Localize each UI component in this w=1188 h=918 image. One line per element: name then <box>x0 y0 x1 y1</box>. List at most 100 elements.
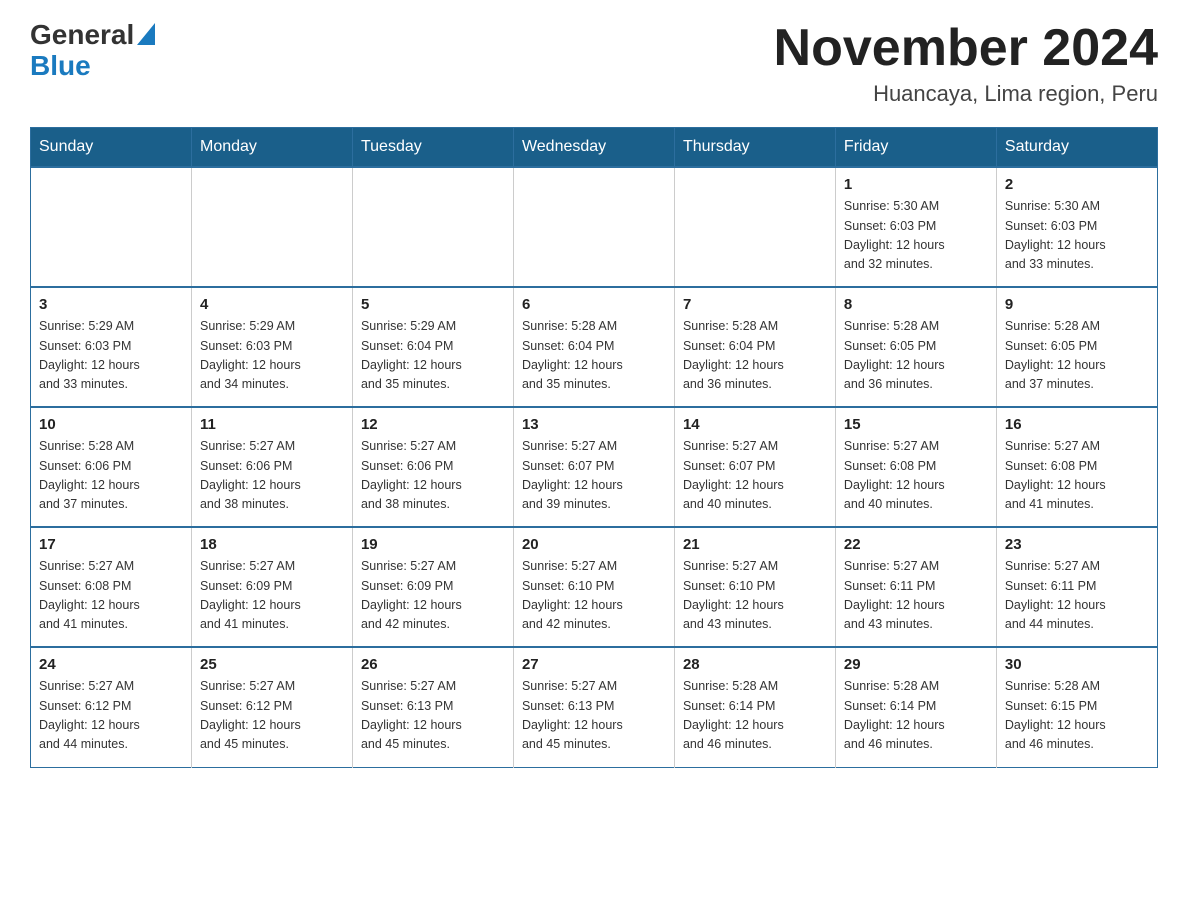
calendar-cell: 21Sunrise: 5:27 AMSunset: 6:10 PMDayligh… <box>674 527 835 647</box>
day-number: 10 <box>39 416 183 433</box>
calendar-cell: 27Sunrise: 5:27 AMSunset: 6:13 PMDayligh… <box>513 647 674 767</box>
day-info: Sunrise: 5:27 AMSunset: 6:06 PMDaylight:… <box>361 437 505 515</box>
day-info: Sunrise: 5:28 AMSunset: 6:14 PMDaylight:… <box>844 677 988 755</box>
calendar-cell: 9 Sunrise: 5:28 AMSunset: 6:05 PMDaylight… <box>996 287 1157 407</box>
calendar-cell: 23 Sunrise: 5:27 AMSunset: 6:11 PMDayligh… <box>996 527 1157 647</box>
day-info: Sunrise: 5:27 AMSunset: 6:09 PMDaylight:… <box>361 557 505 635</box>
calendar-cell <box>352 167 513 287</box>
calendar-cell: 25 Sunrise: 5:27 AMSunset: 6:12 PMDayligh… <box>191 647 352 767</box>
day-info: Sunrise: 5:27 AMSunset: 6:06 PMDaylight:… <box>200 437 344 515</box>
logo-triangle-icon <box>137 23 155 45</box>
page-header: General Blue November 2024 Huancaya, Lim… <box>30 20 1158 107</box>
day-info: Sunrise: 5:27 AMSunset: 6:12 PMDaylight:… <box>39 677 183 755</box>
day-number: 24 <box>39 656 183 673</box>
location-subtitle: Huancaya, Lima region, Peru <box>774 81 1158 107</box>
calendar-week-row: 10 Sunrise: 5:28 AMSunset: 6:06 PMDayligh… <box>31 407 1158 527</box>
calendar-header: SundayMondayTuesdayWednesdayThursdayFrid… <box>31 128 1158 168</box>
day-number: 19 <box>361 536 505 553</box>
day-info: Sunrise: 5:28 AMSunset: 6:06 PMDaylight:… <box>39 437 183 515</box>
day-info: Sunrise: 5:28 AMSunset: 6:05 PMDaylight:… <box>1005 317 1149 395</box>
calendar-cell: 8 Sunrise: 5:28 AMSunset: 6:05 PMDaylight… <box>835 287 996 407</box>
day-number: 9 <box>1005 296 1149 313</box>
logo-text-blue: Blue <box>30 50 91 81</box>
day-info: Sunrise: 5:29 AMSunset: 6:03 PMDaylight:… <box>200 317 344 395</box>
weekday-header-row: SundayMondayTuesdayWednesdayThursdayFrid… <box>31 128 1158 168</box>
day-number: 16 <box>1005 416 1149 433</box>
weekday-header-sunday: Sunday <box>31 128 192 168</box>
weekday-header-thursday: Thursday <box>674 128 835 168</box>
day-info: Sunrise: 5:27 AMSunset: 6:12 PMDaylight:… <box>200 677 344 755</box>
weekday-header-tuesday: Tuesday <box>352 128 513 168</box>
calendar-cell: 1Sunrise: 5:30 AMSunset: 6:03 PMDaylight… <box>835 167 996 287</box>
logo: General Blue <box>30 20 155 82</box>
weekday-header-wednesday: Wednesday <box>513 128 674 168</box>
calendar-cell: 28Sunrise: 5:28 AMSunset: 6:14 PMDayligh… <box>674 647 835 767</box>
calendar-cell: 10 Sunrise: 5:28 AMSunset: 6:06 PMDayligh… <box>31 407 192 527</box>
weekday-header-saturday: Saturday <box>996 128 1157 168</box>
weekday-header-friday: Friday <box>835 128 996 168</box>
calendar-week-row: 1Sunrise: 5:30 AMSunset: 6:03 PMDaylight… <box>31 167 1158 287</box>
day-info: Sunrise: 5:28 AMSunset: 6:04 PMDaylight:… <box>522 317 666 395</box>
day-info: Sunrise: 5:28 AMSunset: 6:15 PMDaylight:… <box>1005 677 1149 755</box>
day-info: Sunrise: 5:28 AMSunset: 6:04 PMDaylight:… <box>683 317 827 395</box>
day-number: 21 <box>683 536 827 553</box>
calendar-cell: 18Sunrise: 5:27 AMSunset: 6:09 PMDayligh… <box>191 527 352 647</box>
calendar-cell: 6 Sunrise: 5:28 AMSunset: 6:04 PMDaylight… <box>513 287 674 407</box>
title-section: November 2024 Huancaya, Lima region, Per… <box>774 20 1158 107</box>
day-number: 29 <box>844 656 988 673</box>
day-number: 2 <box>1005 176 1149 193</box>
calendar-cell <box>513 167 674 287</box>
day-number: 26 <box>361 656 505 673</box>
day-info: Sunrise: 5:27 AMSunset: 6:11 PMDaylight:… <box>1005 557 1149 635</box>
day-number: 4 <box>200 296 344 313</box>
calendar-cell: 29 Sunrise: 5:28 AMSunset: 6:14 PMDayligh… <box>835 647 996 767</box>
day-number: 17 <box>39 536 183 553</box>
calendar-cell: 22 Sunrise: 5:27 AMSunset: 6:11 PMDayligh… <box>835 527 996 647</box>
calendar-cell: 13Sunrise: 5:27 AMSunset: 6:07 PMDayligh… <box>513 407 674 527</box>
day-number: 30 <box>1005 656 1149 673</box>
day-number: 13 <box>522 416 666 433</box>
day-info: Sunrise: 5:30 AMSunset: 6:03 PMDaylight:… <box>1005 197 1149 275</box>
day-info: Sunrise: 5:27 AMSunset: 6:13 PMDaylight:… <box>522 677 666 755</box>
day-info: Sunrise: 5:27 AMSunset: 6:08 PMDaylight:… <box>844 437 988 515</box>
calendar-cell: 3Sunrise: 5:29 AMSunset: 6:03 PMDaylight… <box>31 287 192 407</box>
calendar-cell: 2 Sunrise: 5:30 AMSunset: 6:03 PMDaylight… <box>996 167 1157 287</box>
day-number: 23 <box>1005 536 1149 553</box>
day-number: 25 <box>200 656 344 673</box>
calendar-cell: 20Sunrise: 5:27 AMSunset: 6:10 PMDayligh… <box>513 527 674 647</box>
day-info: Sunrise: 5:29 AMSunset: 6:03 PMDaylight:… <box>39 317 183 395</box>
day-info: Sunrise: 5:27 AMSunset: 6:08 PMDaylight:… <box>39 557 183 635</box>
day-number: 6 <box>522 296 666 313</box>
calendar-table: SundayMondayTuesdayWednesdayThursdayFrid… <box>30 127 1158 768</box>
day-info: Sunrise: 5:27 AMSunset: 6:07 PMDaylight:… <box>683 437 827 515</box>
day-number: 28 <box>683 656 827 673</box>
calendar-cell: 11 Sunrise: 5:27 AMSunset: 6:06 PMDayligh… <box>191 407 352 527</box>
day-info: Sunrise: 5:28 AMSunset: 6:05 PMDaylight:… <box>844 317 988 395</box>
calendar-body: 1Sunrise: 5:30 AMSunset: 6:03 PMDaylight… <box>31 167 1158 767</box>
calendar-cell: 5Sunrise: 5:29 AMSunset: 6:04 PMDaylight… <box>352 287 513 407</box>
day-info: Sunrise: 5:27 AMSunset: 6:13 PMDaylight:… <box>361 677 505 755</box>
calendar-cell: 16Sunrise: 5:27 AMSunset: 6:08 PMDayligh… <box>996 407 1157 527</box>
calendar-week-row: 17 Sunrise: 5:27 AMSunset: 6:08 PMDayligh… <box>31 527 1158 647</box>
day-number: 18 <box>200 536 344 553</box>
logo-text-general: General <box>30 20 134 51</box>
day-info: Sunrise: 5:27 AMSunset: 6:10 PMDaylight:… <box>522 557 666 635</box>
day-info: Sunrise: 5:27 AMSunset: 6:11 PMDaylight:… <box>844 557 988 635</box>
calendar-cell: 26 Sunrise: 5:27 AMSunset: 6:13 PMDayligh… <box>352 647 513 767</box>
calendar-cell <box>191 167 352 287</box>
calendar-cell: 17 Sunrise: 5:27 AMSunset: 6:08 PMDayligh… <box>31 527 192 647</box>
calendar-cell: 14Sunrise: 5:27 AMSunset: 6:07 PMDayligh… <box>674 407 835 527</box>
day-number: 8 <box>844 296 988 313</box>
day-number: 22 <box>844 536 988 553</box>
day-number: 12 <box>361 416 505 433</box>
weekday-header-monday: Monday <box>191 128 352 168</box>
calendar-cell <box>674 167 835 287</box>
day-number: 7 <box>683 296 827 313</box>
day-info: Sunrise: 5:30 AMSunset: 6:03 PMDaylight:… <box>844 197 988 275</box>
day-number: 11 <box>200 416 344 433</box>
day-number: 5 <box>361 296 505 313</box>
calendar-cell: 7 Sunrise: 5:28 AMSunset: 6:04 PMDaylight… <box>674 287 835 407</box>
month-title: November 2024 <box>774 20 1158 77</box>
calendar-cell: 24 Sunrise: 5:27 AMSunset: 6:12 PMDayligh… <box>31 647 192 767</box>
calendar-cell: 15Sunrise: 5:27 AMSunset: 6:08 PMDayligh… <box>835 407 996 527</box>
